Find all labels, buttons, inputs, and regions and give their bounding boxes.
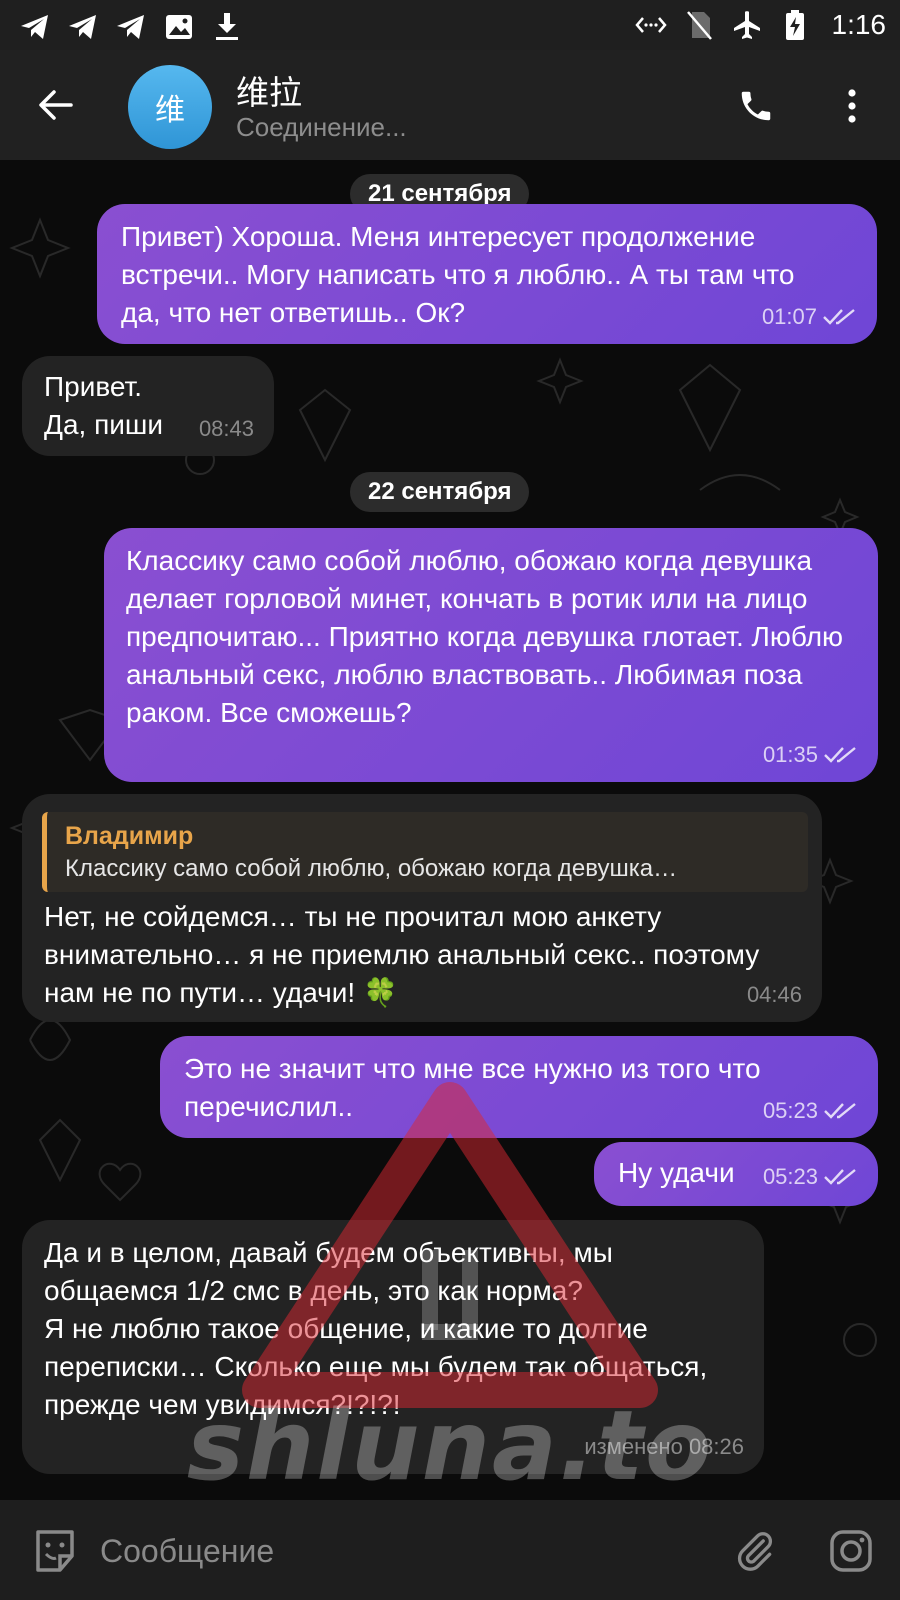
double-check-icon (823, 309, 855, 325)
status-time: 1:16 (831, 9, 887, 40)
more-options-button[interactable] (830, 80, 874, 132)
message-input[interactable] (98, 1522, 702, 1580)
attach-button[interactable] (730, 1526, 780, 1576)
download-icon (210, 10, 244, 44)
image-icon (162, 10, 196, 44)
message-meta: 04:46 (747, 976, 802, 1014)
message-incoming[interactable]: Привет. Да, пиши 08:43 (22, 356, 274, 456)
message-time: 01:35 (762, 742, 818, 767)
reply-author: Владимир (65, 822, 194, 850)
message-meta: 05:23 (763, 1092, 858, 1130)
message-meta: 01:07 (762, 298, 857, 336)
message-outgoing[interactable]: Это не значит что мне все нужно из того … (160, 1036, 878, 1138)
date-label: 21 сентября (368, 180, 512, 207)
double-check-icon (824, 1169, 856, 1185)
message-text: Привет) Хороша. Меня интересует продолже… (121, 221, 803, 328)
double-check-icon (824, 747, 856, 763)
date-label: 22 сентября (368, 478, 512, 505)
message-text: Да и в целом, давай будем объективны, мы… (44, 1237, 708, 1420)
message-incoming[interactable]: Да и в целом, давай будем объективны, мы… (22, 1220, 764, 1474)
instagram-camera-icon (830, 1530, 872, 1572)
message-text: Это не значит что мне все нужно из того … (184, 1053, 769, 1122)
avatar-letter: 维 (155, 94, 185, 127)
no-sim-icon (682, 8, 716, 42)
connection-status: Соединение... (236, 112, 407, 142)
emoji-button[interactable] (30, 1526, 80, 1576)
message-time: изменено 08:26 (584, 1434, 744, 1459)
message-time: 08:43 (198, 416, 254, 441)
airplane-mode-icon (730, 8, 764, 42)
chat-header: 维 维拉 Соединение... (0, 50, 900, 160)
message-time: 01:07 (761, 304, 817, 329)
message-time: 04:46 (746, 982, 802, 1007)
message-time: 05:23 (762, 1098, 818, 1123)
paperclip-icon (737, 1532, 773, 1571)
message-time: 05:23 (762, 1164, 818, 1189)
reply-quote[interactable]: Владимир Классику само собой люблю, обож… (42, 812, 808, 892)
telegram-icon (18, 10, 52, 44)
message-meta: изменено 08:26 (584, 1428, 744, 1466)
avatar[interactable]: 维 (128, 65, 212, 149)
back-button[interactable] (30, 80, 80, 130)
message-meta: 01:35 (763, 736, 858, 774)
more-vert-icon (848, 89, 856, 123)
message-incoming[interactable]: Владимир Классику само собой люблю, обож… (22, 794, 822, 1022)
message-meta: 05:23 (763, 1158, 858, 1196)
message-outgoing[interactable]: Привет) Хороша. Меня интересует продолже… (97, 204, 877, 344)
data-saver-icon (634, 8, 668, 42)
date-separator: 22 сентября (350, 472, 530, 512)
arrow-left-icon (39, 90, 73, 120)
message-outgoing[interactable]: Ну удачи 05:23 (594, 1142, 878, 1206)
call-button[interactable] (730, 80, 782, 132)
telegram-icon (66, 10, 100, 44)
message-meta: 08:43 (199, 410, 254, 448)
composer (0, 1500, 900, 1600)
message-text: Нет, не сойдемся… ты не прочитал мою анк… (44, 901, 767, 1008)
phone-icon (741, 91, 771, 121)
battery-charging-icon (778, 8, 812, 42)
message-outgoing[interactable]: Классику само собой люблю, обожаю когда … (104, 528, 878, 782)
message-text: Классику само собой люблю, обожаю когда … (126, 545, 851, 728)
status-bar: 1:16 (0, 0, 900, 50)
double-check-icon (824, 1103, 856, 1119)
camera-button[interactable] (826, 1526, 876, 1576)
telegram-icon (114, 10, 148, 44)
message-list[interactable]: 21 сентября Привет) Хороша. Меня интерес… (0, 160, 900, 1500)
sticker-smile-icon (36, 1530, 74, 1572)
reply-text: Классику само собой люблю, обожаю когда … (65, 855, 678, 882)
chat-title[interactable]: 维拉 (236, 66, 302, 114)
